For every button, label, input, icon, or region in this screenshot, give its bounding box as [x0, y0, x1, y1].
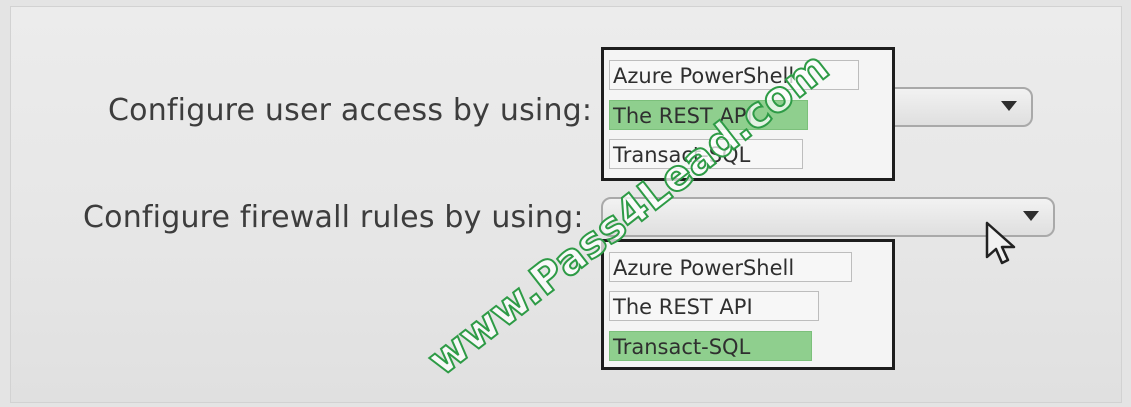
option-rest-api[interactable]: The REST API: [609, 100, 808, 130]
user-access-label: Configure user access by using:: [108, 93, 593, 128]
question-panel: Configure user access by using: Azure Po…: [10, 6, 1122, 403]
option-transact-sql[interactable]: Transact-SQL: [609, 139, 803, 169]
user-access-options: Azure PowerShell The REST API Transact-S…: [601, 47, 895, 181]
option-rest-api[interactable]: The REST API: [609, 291, 819, 321]
option-azure-powershell[interactable]: Azure PowerShell: [609, 60, 859, 90]
chevron-down-icon: [1023, 211, 1039, 221]
chevron-down-icon: [1001, 101, 1017, 111]
option-azure-powershell[interactable]: Azure PowerShell: [609, 252, 852, 282]
option-transact-sql[interactable]: Transact-SQL: [609, 331, 812, 361]
firewall-rules-label: Configure firewall rules by using:: [83, 200, 584, 235]
mouse-pointer-icon: [985, 221, 1016, 265]
firewall-rules-options: Azure PowerShell The REST API Transact-S…: [601, 239, 895, 370]
